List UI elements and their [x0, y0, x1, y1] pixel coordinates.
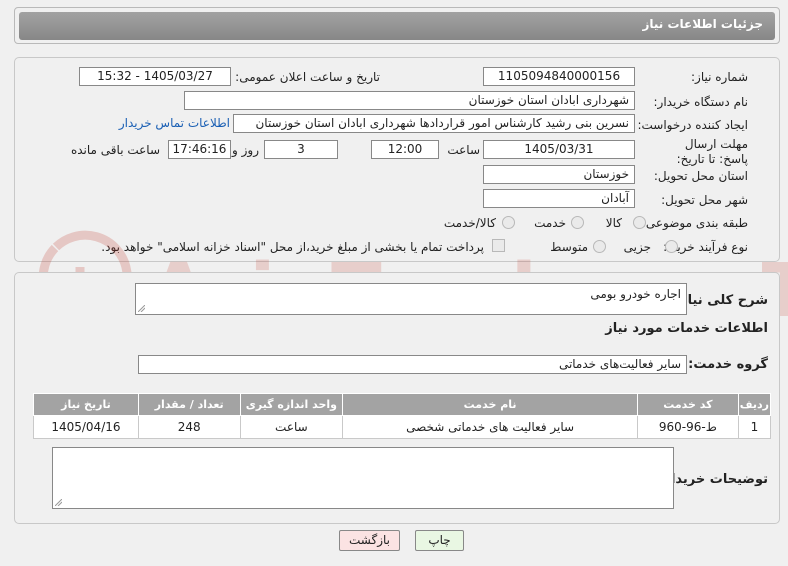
purchase-medium-label: متوسط — [550, 240, 588, 254]
days-label: روز و — [232, 143, 259, 157]
resize-grip-icon[interactable] — [55, 499, 62, 506]
cell-quantity: 248 — [137, 415, 241, 439]
days-field[interactable]: 3 — [264, 140, 338, 159]
deadline-time-field[interactable]: 12:00 — [371, 140, 439, 159]
back-button[interactable]: بازگشت — [339, 530, 400, 551]
purchase-minor-radio[interactable] — [665, 240, 678, 253]
announce-date-label: تاریخ و ساعت اعلان عمومی: — [235, 70, 380, 84]
page-title: جزئیات اطلاعات نیاز — [642, 17, 763, 31]
category-service-label: خدمت — [534, 216, 566, 230]
services-table: ردیف کد خدمت نام خدمت واحد اندازه گیری ت… — [33, 393, 772, 439]
city-field[interactable]: آبادان — [483, 189, 635, 208]
purchase-medium-radio[interactable] — [593, 240, 606, 253]
col-row-number: ردیف — [737, 393, 772, 416]
deadline-date-field[interactable]: 1405/03/31 — [483, 140, 635, 159]
remaining-label: ساعت باقی مانده — [70, 143, 160, 157]
deadline-time-label: ساعت — [447, 143, 480, 157]
description-textarea[interactable]: اجاره خودرو بومی — [135, 283, 687, 315]
purchase-minor-label: جزیی — [623, 240, 651, 254]
remaining-time-field[interactable]: 17:46:16 — [168, 140, 231, 159]
announce-date-field[interactable]: 1405/03/27 - 15:32 — [79, 67, 231, 86]
col-service-name: نام خدمت — [342, 393, 638, 416]
category-goods-radio[interactable] — [633, 216, 646, 229]
buyer-notes-label: توضیحات خریدار: — [658, 472, 768, 487]
buyer-org-label: نام دستگاه خریدار: — [653, 95, 749, 109]
creator-field[interactable]: نسرین بنی رشید کارشناس امور قراردادها شه… — [233, 114, 635, 133]
category-goods-label: کالا — [605, 216, 622, 230]
service-group-field[interactable]: سایر فعالیت‌های خدماتی — [138, 355, 687, 374]
services-section-title: اطلاعات خدمات مورد نیاز — [605, 321, 768, 336]
cell-unit: ساعت — [239, 415, 344, 439]
creator-label: ایجاد کننده درخواست: — [637, 118, 748, 132]
col-service-code: کد خدمت — [636, 393, 739, 416]
category-service-radio[interactable] — [571, 216, 584, 229]
buyer-org-field[interactable]: شهرداری ابادان استان خوزستان — [184, 91, 635, 110]
need-number-label: شماره نیاز: — [691, 70, 748, 84]
description-text: اجاره خودرو بومی — [590, 287, 681, 301]
cell-service-code: ط-96-960 — [636, 415, 739, 439]
cell-need-date: 1405/04/16 — [33, 415, 139, 439]
buyer-notes-textarea[interactable] — [52, 447, 674, 509]
category-both-label: کالا/خدمت — [443, 216, 496, 230]
cell-service-name: سایر فعالیت های خدماتی شخصی — [342, 415, 638, 439]
col-quantity: تعداد / مقدار — [137, 393, 241, 416]
description-label: شرح کلی نیاز: — [674, 293, 768, 308]
category-label: طبقه بندی موضوعی: — [641, 216, 748, 230]
buyer-contact-link[interactable]: اطلاعات تماس خریدار — [119, 116, 230, 130]
province-label: استان محل تحویل: — [653, 169, 748, 183]
treasury-payment-checkbox[interactable] — [492, 239, 505, 252]
cell-row-number: 1 — [737, 415, 772, 439]
deadline-label: مهلت ارسال پاسخ: تا تاریخ: — [676, 137, 748, 166]
col-unit: واحد اندازه گیری — [239, 393, 344, 416]
need-number-field[interactable]: 1105094840000156 — [483, 67, 635, 86]
city-label: شهر محل تحویل: — [661, 193, 748, 207]
table-header-row: ردیف کد خدمت نام خدمت واحد اندازه گیری ت… — [33, 393, 772, 416]
table-row: 1 ط-96-960 سایر فعالیت های خدماتی شخصی س… — [33, 415, 772, 439]
service-group-label: گروه خدمت: — [688, 357, 768, 372]
print-button[interactable]: چاپ — [415, 530, 464, 551]
header-bar: جزئیات اطلاعات نیاز — [19, 12, 775, 40]
resize-grip-icon[interactable] — [138, 305, 145, 312]
treasury-payment-note: پرداخت تمام یا بخشی از مبلغ خرید،از محل … — [101, 240, 484, 254]
category-both-radio[interactable] — [502, 216, 515, 229]
col-need-date: تاریخ نیاز — [33, 393, 139, 416]
province-field[interactable]: خوزستان — [483, 165, 635, 184]
